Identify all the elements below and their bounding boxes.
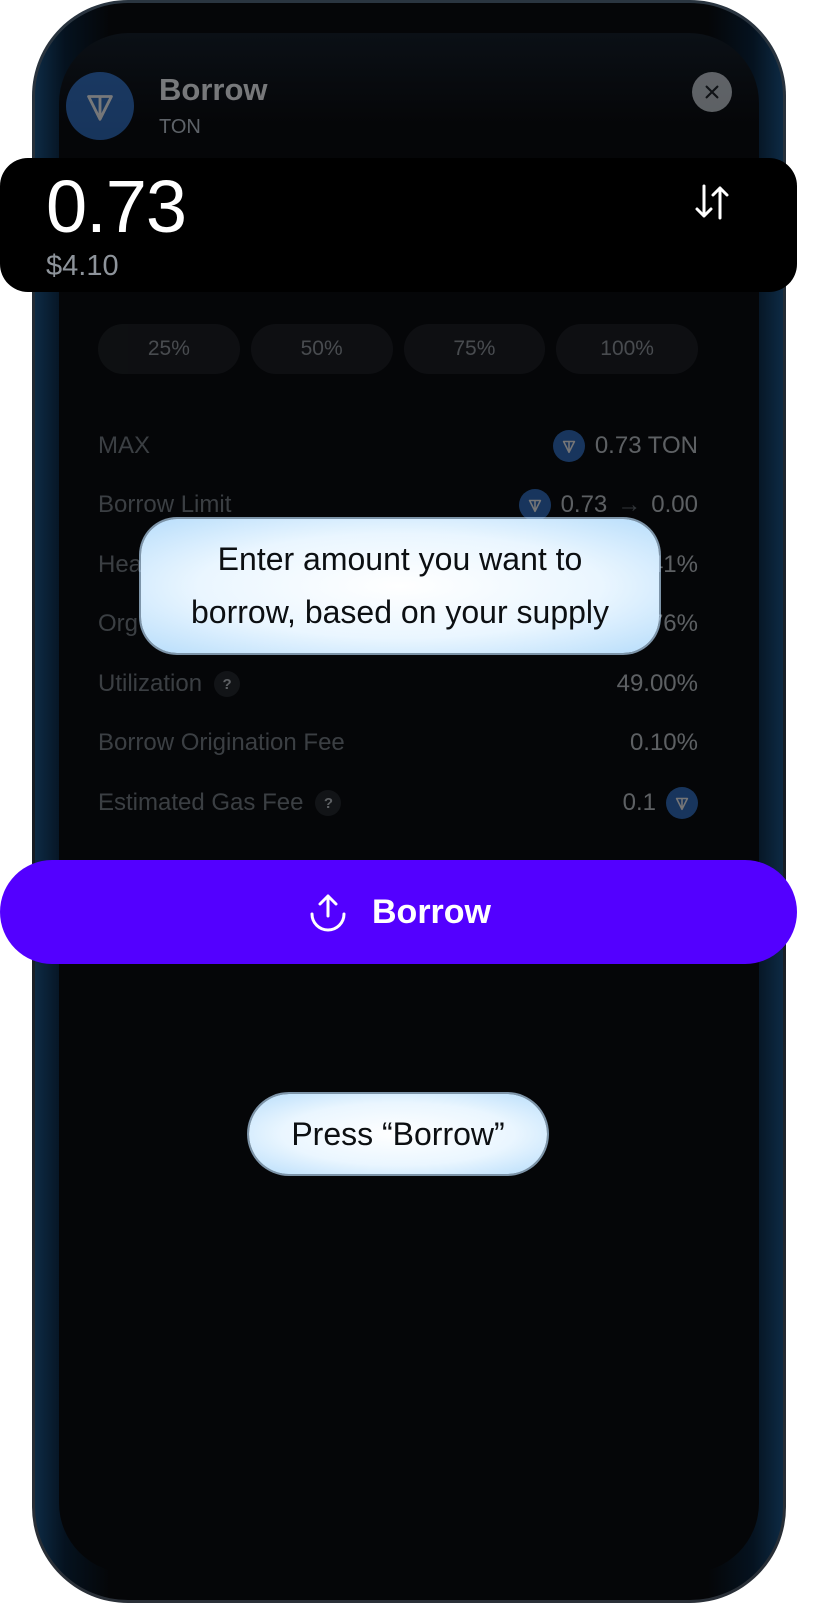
close-icon — [705, 85, 719, 99]
info-row-borrow-limit: Borrow Limit 0.73 → 0.00 — [98, 487, 698, 523]
utilization-value: 49.00% — [616, 670, 698, 697]
info-row-utilization: Utilization ? 49.00% — [98, 666, 698, 702]
percent-75-button[interactable]: 75% — [403, 324, 546, 374]
amount-hint-line-1: Enter amount you want to — [217, 541, 583, 577]
info-row-borrow-fee: Borrow Origination Fee 0.10% — [98, 725, 698, 761]
health-label: Hea — [98, 551, 143, 578]
amount-input-panel[interactable]: 0.73 $4.10 — [0, 158, 797, 292]
percent-25-button[interactable]: 25% — [98, 324, 240, 374]
info-row-max: MAX 0.73 TON — [98, 428, 698, 464]
amount-value[interactable]: 0.73 — [46, 164, 187, 249]
gas-fee-label: Estimated Gas Fee — [98, 789, 304, 816]
borrow-limit-to: 0.00 — [651, 491, 698, 518]
borrow-fee-label: Borrow Origination Fee — [98, 729, 345, 756]
swap-units-button[interactable] — [690, 180, 734, 224]
max-value[interactable]: 0.73 TON — [595, 432, 698, 460]
percent-buttons: 25% 50% 75% 100% — [98, 324, 698, 374]
arrow-right-icon: → — [617, 491, 642, 518]
token-symbol: TON — [159, 116, 201, 138]
origination-label: Org — [98, 610, 139, 637]
help-icon[interactable]: ? — [315, 790, 342, 816]
borrow-fee-value: 0.10% — [629, 729, 698, 756]
modal-header: Borrow TON — [66, 42, 732, 142]
ton-icon — [552, 430, 585, 462]
press-borrow-text: Press “Borrow” — [291, 1115, 505, 1152]
borrow-limit-label: Borrow Limit — [98, 491, 232, 518]
info-row-gas-fee: Estimated Gas Fee ? 0.1 — [98, 785, 698, 821]
amount-hint-tooltip: Enter amount you want to borrow, based o… — [141, 519, 659, 653]
close-button[interactable] — [692, 72, 732, 112]
percent-100-button[interactable]: 100% — [556, 324, 698, 374]
modal-title: Borrow — [159, 72, 268, 107]
utilization-label: Utilization — [98, 670, 203, 697]
gas-fee-value: 0.1 — [622, 789, 656, 816]
borrow-button-label: Borrow — [372, 892, 491, 931]
help-icon[interactable]: ? — [214, 671, 241, 697]
swap-arrows-icon — [695, 184, 729, 220]
percent-50-button[interactable]: 50% — [250, 324, 393, 374]
upload-arrow-icon — [310, 894, 346, 932]
ton-icon — [66, 72, 134, 140]
borrow-limit-from: 0.73 — [560, 491, 608, 518]
amount-usd-value: $4.10 — [46, 250, 119, 282]
ton-icon — [518, 489, 551, 521]
max-label: MAX — [98, 432, 151, 459]
ton-icon — [666, 787, 698, 819]
amount-hint-line-2: borrow, based on your supply — [190, 594, 610, 630]
press-borrow-tooltip: Press “Borrow” — [249, 1094, 547, 1174]
borrow-button[interactable]: Borrow — [0, 860, 797, 964]
